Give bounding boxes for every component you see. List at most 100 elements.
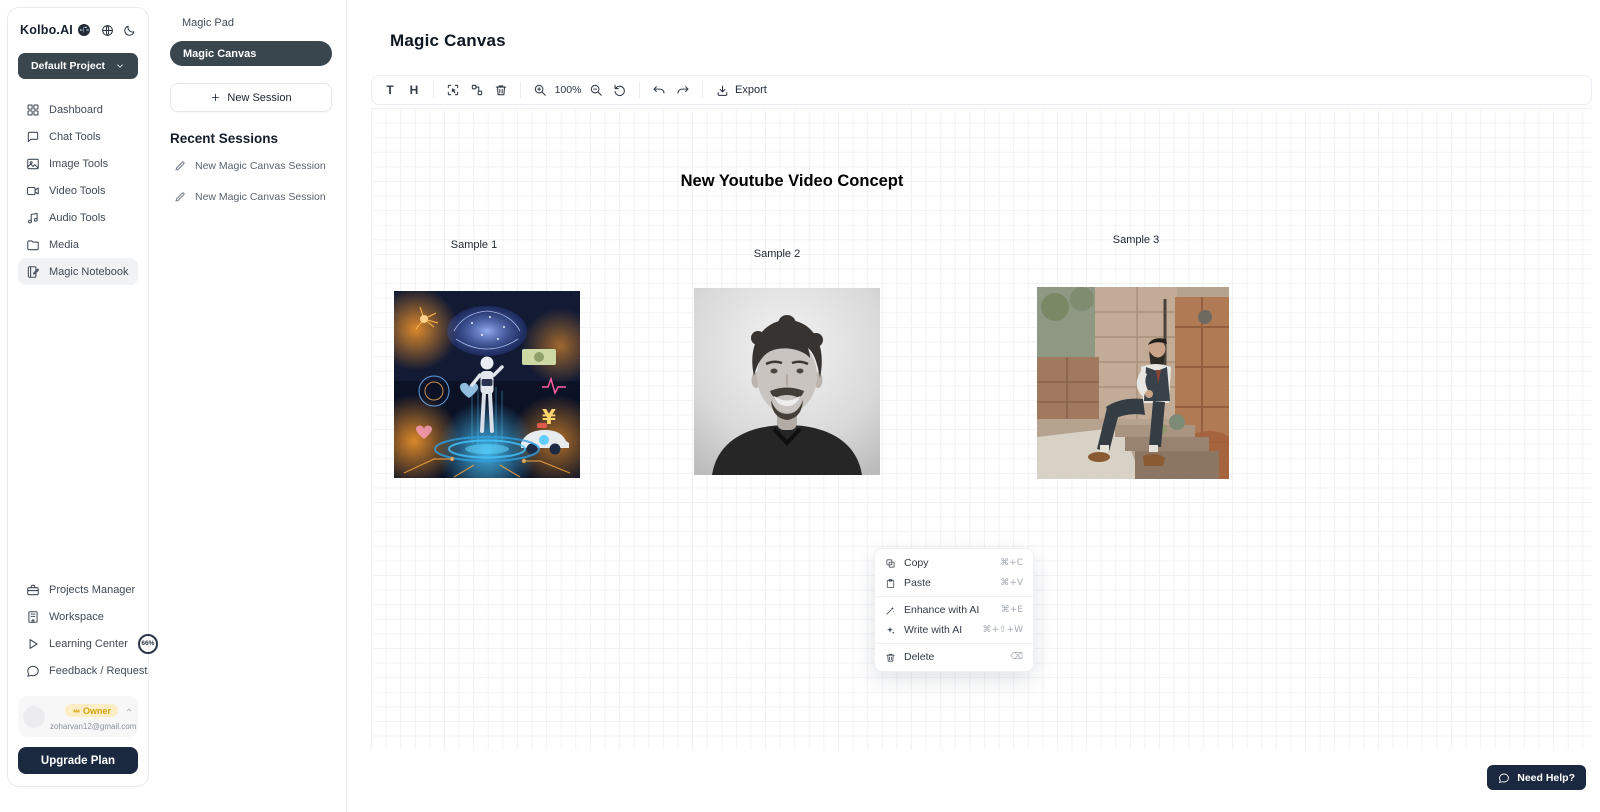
- copy-icon: [885, 558, 896, 569]
- export-label: Export: [735, 84, 767, 96]
- logo-row: Kolbo.AI: [18, 22, 138, 38]
- learning-progress-badge: 66%: [138, 634, 158, 654]
- context-menu-delete[interactable]: Delete ⌫: [875, 647, 1033, 667]
- folder-icon: [26, 238, 40, 252]
- brain-logo-icon: [76, 22, 92, 38]
- shortcut-label: ⌘+V: [1000, 578, 1023, 588]
- connector-tool-button[interactable]: [465, 79, 489, 101]
- sidebar-item-label: Projects Manager: [49, 584, 135, 596]
- context-menu: Copy ⌘+C Paste ⌘+V Enhance with AI ⌘+E W…: [874, 548, 1034, 672]
- sample-1-label[interactable]: Sample 1: [451, 239, 497, 251]
- sidebar-item-label: Learning Center: [49, 638, 128, 650]
- dark-mode-moon-icon[interactable]: [123, 24, 136, 37]
- notebook-pen-icon: [26, 265, 40, 279]
- sidebar-item-dashboard[interactable]: Dashboard: [18, 96, 138, 123]
- heading-tool-button[interactable]: H: [402, 79, 426, 101]
- chevron-down-icon: [115, 61, 125, 71]
- canvas-workspace[interactable]: New Youtube Video Concept Sample 1 Sampl…: [371, 108, 1592, 750]
- recent-sessions-header: Recent Sessions: [170, 131, 332, 146]
- sidebar-item-label: Feedback / Request: [49, 665, 147, 677]
- zoom-level: 100%: [552, 84, 584, 96]
- undo-button[interactable]: [647, 79, 671, 101]
- sidebar-item-feedback-request[interactable]: Feedback / Request: [18, 657, 138, 684]
- sidebar-item-label: Audio Tools: [49, 212, 106, 224]
- magic-canvas-tab[interactable]: Magic Canvas: [170, 41, 332, 66]
- rotate-icon: [613, 83, 627, 97]
- shortcut-label: ⌘+⇧+W: [982, 625, 1023, 635]
- sidebar-footer-nav: Projects Manager Workspace Learning Cent…: [18, 576, 138, 684]
- context-menu-paste[interactable]: Paste ⌘+V: [875, 573, 1033, 593]
- shortcut-label: ⌘+E: [1001, 605, 1023, 615]
- redo-button[interactable]: [671, 79, 695, 101]
- sidebar-item-label: Image Tools: [49, 158, 108, 170]
- reset-view-button[interactable]: [608, 79, 632, 101]
- sidebar-item-chat-tools[interactable]: Chat Tools: [18, 123, 138, 150]
- sample-2-label[interactable]: Sample 2: [754, 248, 800, 260]
- sidebar-item-image-tools[interactable]: Image Tools: [18, 150, 138, 177]
- chat-bubble-icon: [26, 130, 40, 144]
- avatar: [23, 706, 45, 728]
- trash-icon: [494, 83, 508, 97]
- paste-icon: [885, 578, 896, 589]
- sidebar-item-label: Dashboard: [49, 104, 103, 116]
- user-account-card[interactable]: Owner zoharvan12@gmail.com: [18, 696, 138, 737]
- music-note-icon: [26, 211, 40, 225]
- trash-icon: [885, 652, 896, 663]
- project-selector-label: Default Project: [31, 60, 105, 72]
- delete-tool-button[interactable]: [489, 79, 513, 101]
- globe-icon[interactable]: [101, 24, 114, 37]
- image-icon: [26, 157, 40, 171]
- sidebar-item-projects-manager[interactable]: Projects Manager: [18, 576, 138, 603]
- connector-icon: [470, 83, 484, 97]
- pencil-icon: [174, 191, 186, 203]
- sidebar-item-label: Media: [49, 239, 79, 251]
- sessions-panel: Magic Pad Magic Canvas New Session Recen…: [156, 0, 347, 812]
- sample-image-portrait[interactable]: [694, 288, 880, 475]
- user-email: zoharvan12@gmail.com: [50, 722, 133, 731]
- pencil-icon: [174, 160, 186, 172]
- sidebar-item-media[interactable]: Media: [18, 231, 138, 258]
- sparkles-icon: [885, 625, 896, 636]
- zoom-out-button[interactable]: [584, 79, 608, 101]
- new-session-button[interactable]: New Session: [170, 83, 332, 112]
- text-tool-button[interactable]: T: [378, 79, 402, 101]
- session-list-item[interactable]: New Magic Canvas Session: [170, 155, 332, 177]
- sidebar-item-workspace[interactable]: Workspace: [18, 603, 138, 630]
- undo-icon: [652, 83, 666, 97]
- project-selector[interactable]: Default Project: [18, 53, 138, 79]
- shortcut-label: ⌘+C: [1000, 558, 1023, 568]
- magic-pad-tab[interactable]: Magic Pad: [170, 14, 332, 29]
- main-content: Magic Canvas T H 100%: [347, 0, 1600, 812]
- crown-icon: [72, 706, 81, 715]
- dashboard-icon: [26, 103, 40, 117]
- sidebar-item-video-tools[interactable]: Video Tools: [18, 177, 138, 204]
- chevron-up-icon: [125, 706, 133, 714]
- sample-image-ai-collage[interactable]: ¥: [394, 291, 580, 478]
- sidebar-nav: Dashboard Chat Tools Image Tools Video T…: [18, 96, 138, 285]
- sidebar-item-audio-tools[interactable]: Audio Tools: [18, 204, 138, 231]
- zoom-in-button[interactable]: [528, 79, 552, 101]
- sidebar-item-magic-notebook[interactable]: Magic Notebook: [18, 258, 138, 285]
- download-icon: [716, 84, 729, 97]
- shortcut-label: ⌫: [1010, 652, 1023, 662]
- app-logo: Kolbo.AI: [20, 23, 73, 37]
- plus-icon: [210, 92, 221, 103]
- sidebar-item-learning-center[interactable]: Learning Center 66%: [18, 630, 138, 657]
- need-help-button[interactable]: Need Help?: [1487, 765, 1586, 790]
- owner-badge: Owner: [65, 704, 118, 717]
- context-menu-write-with-ai[interactable]: Write with AI ⌘+⇧+W: [875, 620, 1033, 640]
- sample-image-ruins[interactable]: [1037, 287, 1229, 479]
- export-button[interactable]: Export: [710, 84, 773, 97]
- sample-3-label[interactable]: Sample 3: [1113, 234, 1159, 246]
- feedback-bubble-icon: [26, 664, 40, 678]
- zoom-in-icon: [533, 83, 547, 97]
- help-chat-icon: [1498, 772, 1510, 784]
- context-menu-copy[interactable]: Copy ⌘+C: [875, 553, 1033, 573]
- canvas-heading-text[interactable]: New Youtube Video Concept: [681, 172, 904, 191]
- select-tool-button[interactable]: [441, 79, 465, 101]
- context-menu-enhance-with-ai[interactable]: Enhance with AI ⌘+E: [875, 600, 1033, 620]
- upgrade-plan-button[interactable]: Upgrade Plan: [18, 747, 138, 774]
- sidebar: Kolbo.AI Default Project Dashboard Chat …: [7, 7, 149, 787]
- canvas-toolbar: T H 100% Export: [371, 75, 1592, 105]
- session-list-item[interactable]: New Magic Canvas Session: [170, 186, 332, 208]
